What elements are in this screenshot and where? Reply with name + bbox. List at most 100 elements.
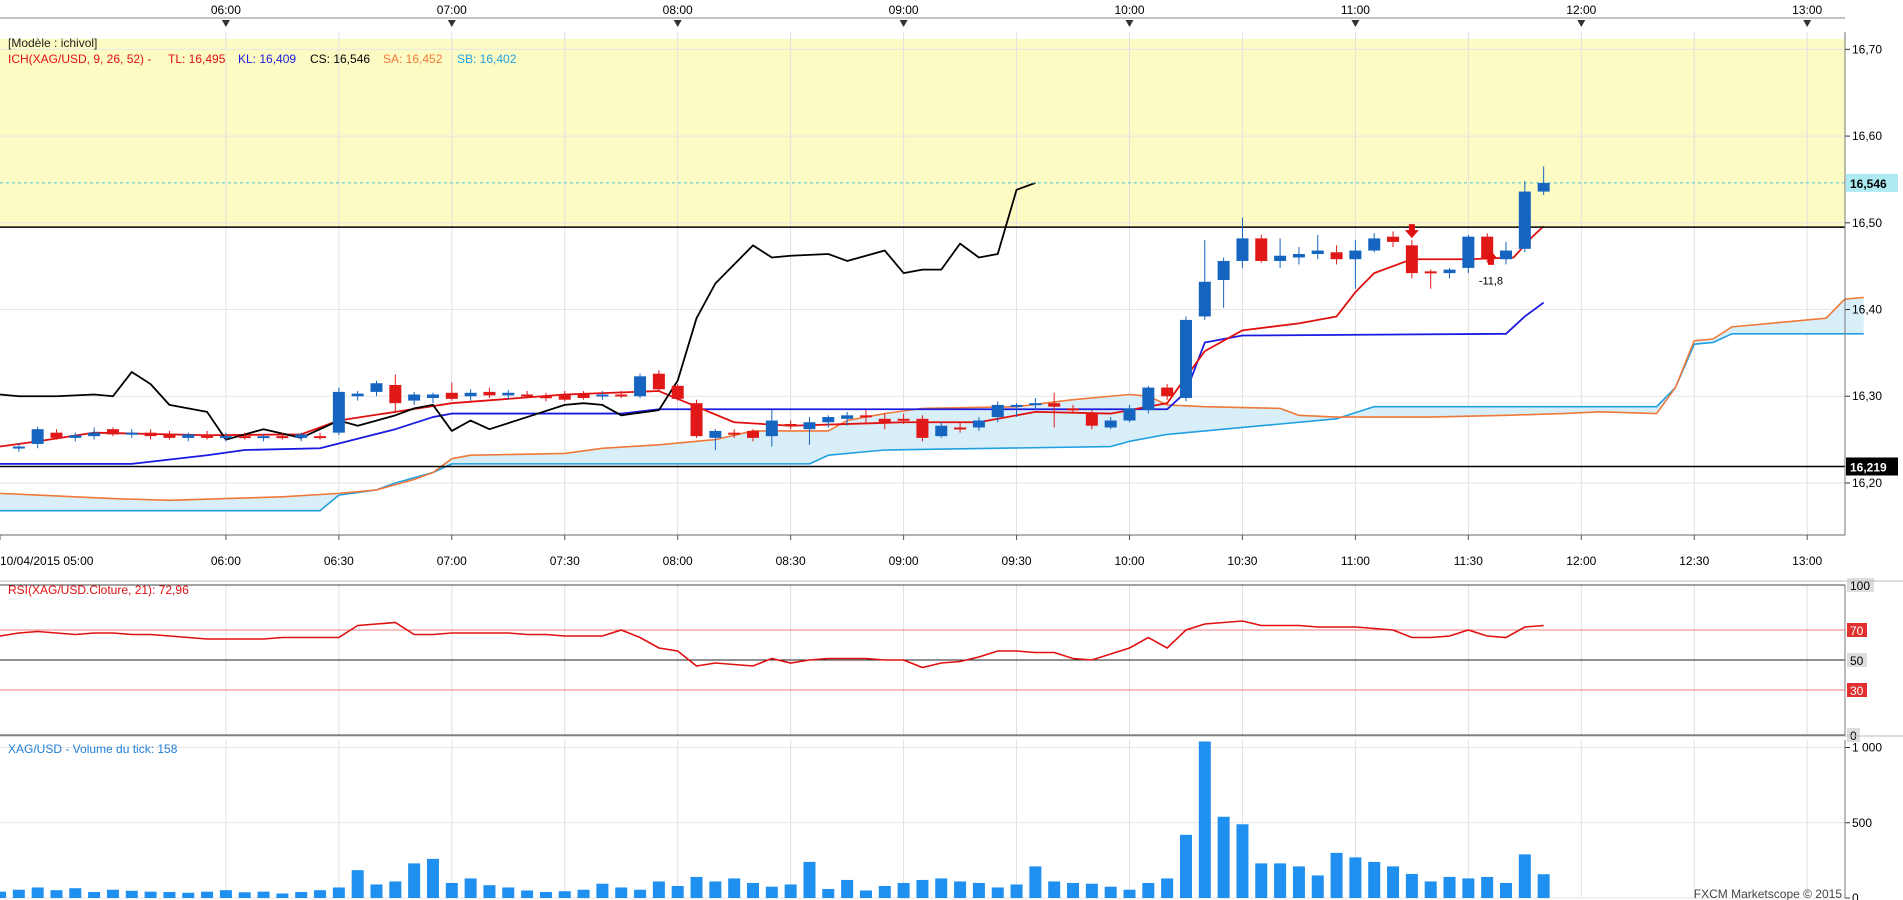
candle-body (1198, 281, 1211, 317)
volume-bar (539, 891, 552, 898)
volume-bar (1387, 866, 1400, 898)
candle-body (897, 418, 910, 421)
volume-bar (1500, 882, 1512, 898)
rsi-tick-label: 70 (1850, 624, 1864, 638)
candle-body (1537, 182, 1550, 192)
candle-body (1010, 404, 1023, 407)
candle-body (558, 394, 571, 400)
volume-bar (295, 891, 308, 898)
candle-body (464, 392, 477, 397)
volume-bar (389, 881, 402, 898)
candle-body (483, 391, 496, 396)
volume-bar (615, 887, 628, 898)
volume-bar (859, 890, 872, 898)
rsi-tick-label: 50 (1850, 654, 1864, 668)
volume-bar (276, 893, 289, 898)
support-price-marker-label: 16,219 (1850, 460, 1887, 474)
volume-bar (972, 882, 985, 898)
top-time-label: 11:00 (1341, 3, 1370, 17)
candle-body (765, 420, 778, 437)
volume-bar (1424, 881, 1437, 898)
candle-body (1142, 387, 1155, 411)
current-price-marker-label: 16,546 (1850, 177, 1887, 191)
candle-body (1518, 191, 1531, 249)
ichimoku-legend: ICH(XAG/USD, 9, 26, 52) - TL: 16,495 KL:… (8, 52, 517, 66)
top-time-label: 07:00 (437, 3, 467, 17)
y-tick-label: 16,30 (1852, 389, 1882, 403)
x-tick-label: 08:00 (663, 554, 693, 568)
candle-body (182, 434, 195, 438)
x-tick-label: 08:30 (776, 554, 806, 568)
volume-bar (332, 887, 345, 898)
volume-bar (125, 890, 138, 898)
volume-bar (803, 861, 816, 898)
candle-body (144, 432, 157, 437)
top-time-label: 10:00 (1114, 3, 1144, 17)
volume-bar (991, 887, 1004, 898)
candle-body (577, 394, 590, 398)
volume-bar (878, 885, 891, 898)
candle-body (1236, 238, 1249, 261)
candle-body (972, 420, 985, 428)
highlight-zone (0, 38, 1845, 228)
candle-body (1123, 408, 1136, 421)
x-tick-label: 12:00 (1566, 554, 1596, 568)
copyright-label: FXCM Marketscope © 2015 (1694, 887, 1843, 900)
signal-annotation: -11,8 (1479, 275, 1503, 287)
candle-body (50, 432, 63, 438)
candle-body (747, 430, 759, 438)
volume-bar (916, 879, 929, 898)
candle-body (1368, 238, 1381, 251)
candle-body (1161, 387, 1174, 397)
candle-body (671, 385, 684, 399)
y-tick-label: 16,50 (1852, 216, 1882, 230)
volume-bar (841, 879, 854, 898)
volume-bar (1010, 884, 1023, 898)
candle-body (88, 432, 101, 437)
volume-bar (822, 888, 835, 898)
volume-bar (1311, 875, 1324, 898)
volume-bar (370, 884, 383, 898)
volume-bar (1104, 886, 1117, 898)
volume-bar (1217, 816, 1230, 898)
volume-bar (31, 887, 44, 898)
volume-bar (483, 885, 496, 898)
volume-bar (163, 891, 176, 898)
volume-bar (238, 892, 251, 898)
volume-bar (1368, 861, 1381, 898)
x-tick-label: 07:00 (437, 554, 467, 568)
volume-bar (88, 891, 101, 898)
candle-body (1048, 403, 1061, 407)
volume-bar (445, 882, 458, 898)
volume-bar (408, 863, 421, 898)
volume-bar (1292, 866, 1305, 898)
volume-bar (596, 883, 609, 898)
volume-bar (201, 891, 214, 898)
candle-body (634, 376, 647, 397)
volume-bar (634, 889, 647, 898)
volume-bar (1179, 834, 1192, 898)
x-tick-label: 11:30 (1454, 554, 1483, 568)
candle-body (1085, 413, 1098, 426)
volume-bar (50, 890, 63, 898)
candle-body (31, 429, 44, 444)
candle-body (1443, 269, 1456, 274)
candle-body (1292, 254, 1305, 258)
candle-body (709, 430, 722, 438)
candle-body (954, 427, 967, 430)
candle-body (991, 404, 1004, 418)
x-tick-label: 10:00 (1114, 554, 1144, 568)
x-tick-label: 10/04/2015 05:00 (0, 554, 94, 568)
volume-bar (1255, 863, 1268, 898)
volume-bar (1462, 878, 1475, 898)
candle-body (822, 417, 835, 423)
volume-bar (577, 889, 590, 898)
y-tick-label: 16,70 (1852, 42, 1882, 56)
candle-body (1029, 403, 1042, 406)
volume-label: XAG/USD - Volume du tick: 158 (8, 742, 178, 756)
volume-bar (935, 878, 948, 898)
volume-bar (219, 890, 232, 898)
volume-bar (1330, 852, 1343, 898)
candle-body (1500, 250, 1512, 260)
volume-bar (257, 891, 270, 898)
